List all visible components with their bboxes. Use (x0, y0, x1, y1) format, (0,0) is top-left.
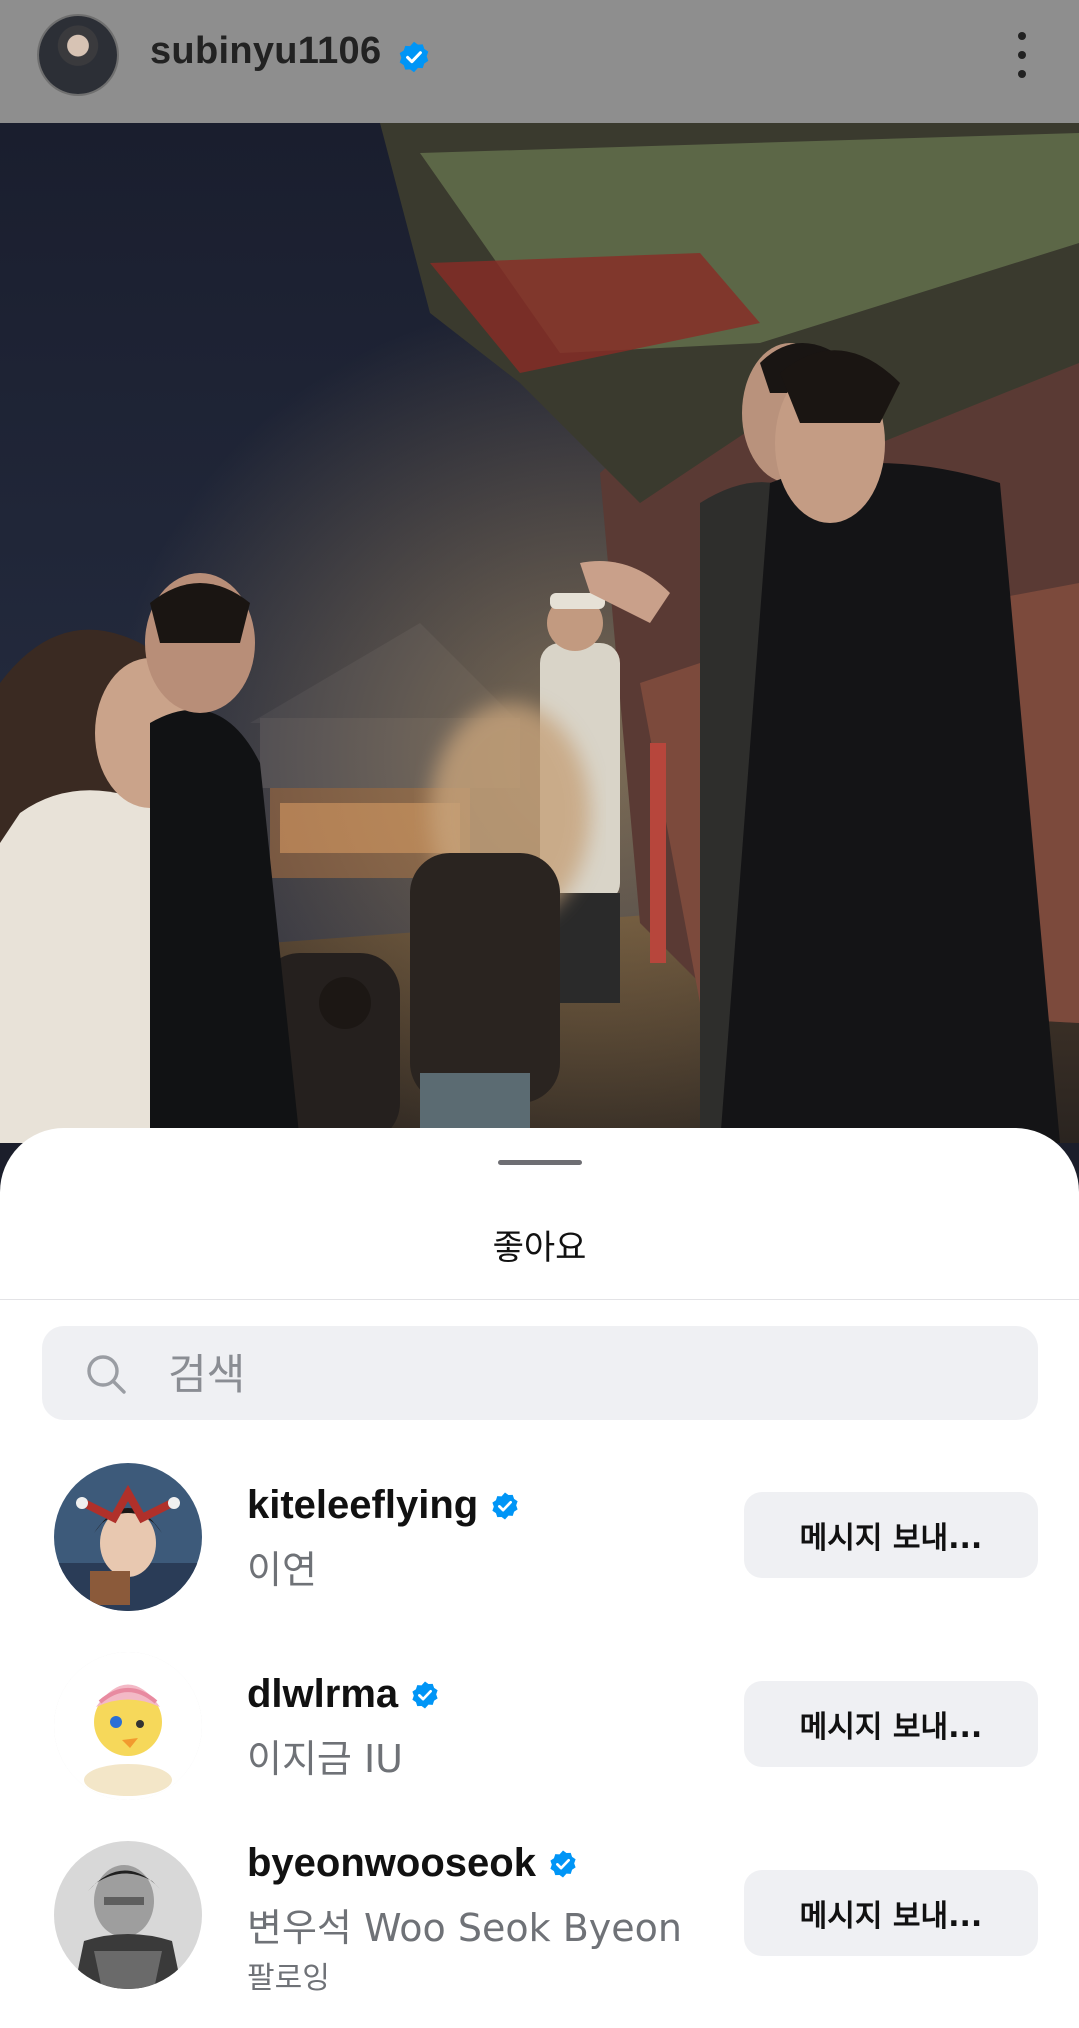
post-photo-illustration (0, 123, 1079, 1143)
username-row: kiteleeflying (247, 1483, 520, 1528)
avatar-image (54, 1463, 202, 1611)
avatar[interactable] (54, 1841, 202, 1989)
header-username[interactable]: subinyu1106 (150, 30, 381, 73)
avatar-image (54, 1652, 202, 1800)
username-row: dlwlrma (247, 1672, 440, 1717)
sheet-drag-handle[interactable] (498, 1160, 582, 1165)
full-name: 변우석 Woo Seok Byeon (247, 1906, 682, 1950)
list-item[interactable]: byeonwooseok 변우석 Woo Seok Byeon 팔로잉 메시지 … (0, 1841, 1079, 2001)
following-status: 팔로잉 (247, 1961, 330, 1996)
username[interactable]: byeonwooseok (247, 1841, 536, 1886)
send-message-button[interactable]: 메시지 보내... (744, 1681, 1038, 1767)
username-row: byeonwooseok (247, 1841, 578, 1886)
full-name: 이연 (247, 1548, 317, 1592)
list-item[interactable]: dlwlrma 이지금 IU 메시지 보내... (0, 1652, 1079, 1812)
username[interactable]: dlwlrma (247, 1672, 398, 1717)
more-options-icon[interactable] (1006, 32, 1038, 78)
profile-header: subinyu1106 (0, 0, 1079, 123)
sheet-title: 좋아요 (492, 1228, 587, 1268)
divider (0, 1299, 1079, 1300)
post-image (0, 123, 1079, 1143)
full-name: 이지금 IU (247, 1737, 403, 1781)
avatar-image (54, 1841, 202, 1989)
verified-badge-icon (550, 1850, 576, 1877)
profile-avatar[interactable] (39, 16, 117, 94)
username[interactable]: kiteleeflying (247, 1483, 478, 1528)
avatar[interactable] (54, 1652, 202, 1800)
search-bar[interactable] (42, 1326, 1038, 1422)
verified-badge-icon (492, 1492, 518, 1519)
send-message-button[interactable]: 메시지 보내... (744, 1492, 1038, 1578)
verified-badge-icon (412, 1681, 438, 1708)
search-icon (87, 1355, 126, 1394)
avatar[interactable] (54, 1463, 202, 1611)
send-message-button[interactable]: 메시지 보내... (744, 1870, 1038, 1956)
list-item[interactable]: kiteleeflying 이연 메시지 보내... (0, 1463, 1079, 1623)
search-input[interactable] (166, 1326, 990, 1422)
verified-badge-icon (399, 41, 429, 73)
likes-bottom-sheet: 좋아요 kiteleeflying (0, 1128, 1079, 2028)
